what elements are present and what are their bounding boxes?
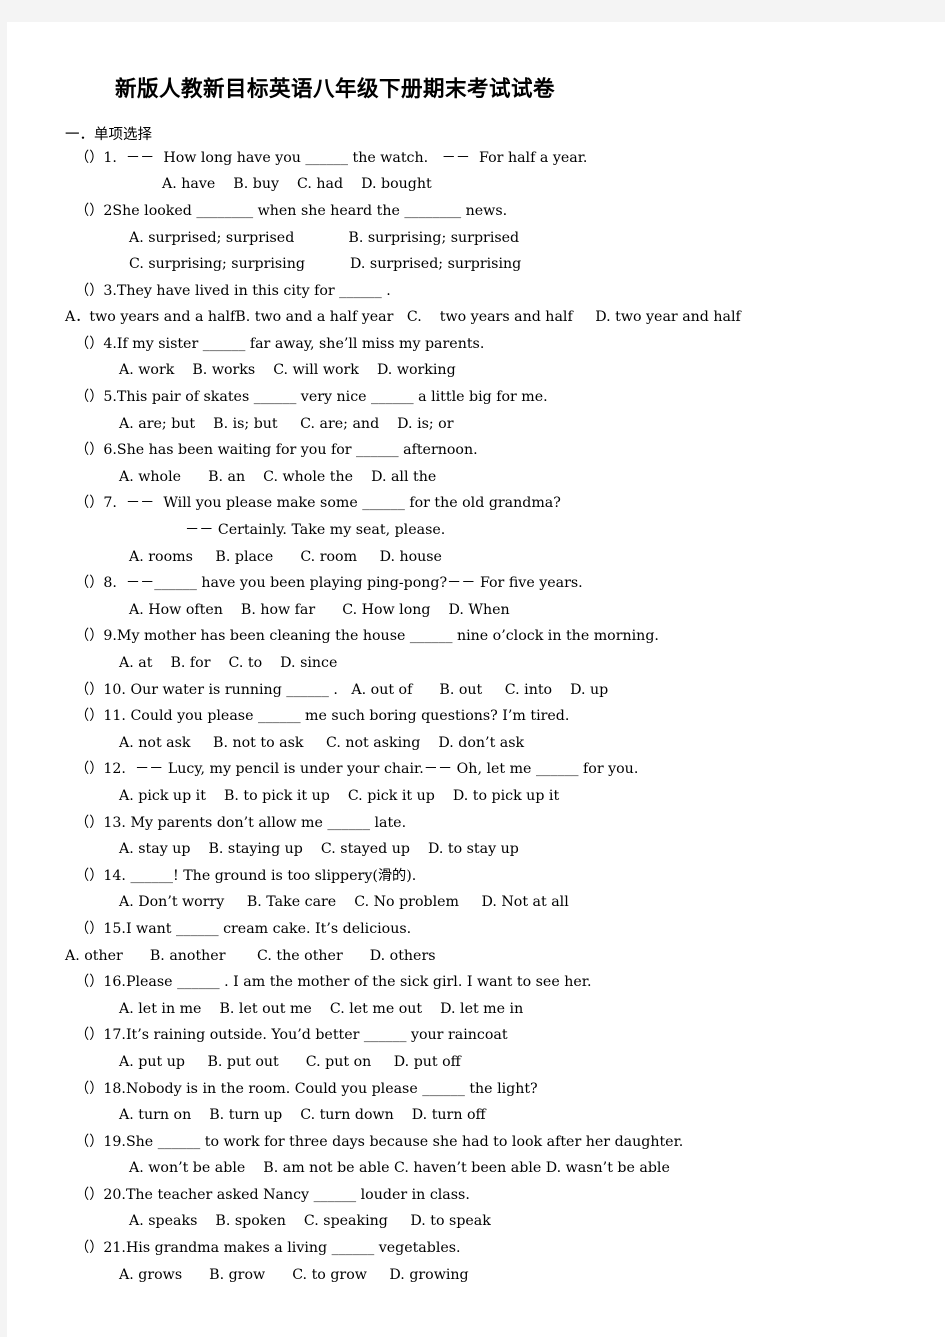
question-stem-line: （）1. －－ How long have you ______ the wat… <box>75 149 588 166</box>
document-page: 新版人教新目标英语八年级下册期末考试试卷 一．单项选择 （）1. －－ How … <box>7 22 945 1337</box>
question-options-line: A. are; but B. is; but C. are; and D. is… <box>119 415 454 432</box>
question-options-line: A. speaks B. spoken C. speaking D. to sp… <box>129 1213 491 1230</box>
question-stem-line: （）19.She ______ to work for three days b… <box>75 1133 684 1150</box>
question-options-line: A. other B. another C. the other D. othe… <box>65 947 436 964</box>
question-stem-line: （）8. －－______ have you been playing ping… <box>75 575 583 592</box>
question-stem-line: （）13. My parents don’t allow me ______ l… <box>75 814 407 831</box>
question-stem-line: （）12. －－ Lucy, my pencil is under your c… <box>75 761 639 778</box>
question-options-line: A. work B. works C. will work D. working <box>119 362 456 379</box>
question-stem-line: （）6.She has been waiting for you for ___… <box>75 442 478 459</box>
question-stem-line: （）10. Our water is running ______ . A. o… <box>75 681 609 698</box>
question-stem-line: （）5.This pair of skates ______ very nice… <box>75 389 548 406</box>
question-stem-line: （）17.It’s raining outside. You’d better … <box>75 1027 508 1044</box>
question-options-line: A．two years and a halfB. two and a half … <box>65 309 741 326</box>
question-options-line: A. Don’t worry B. Take care C. No proble… <box>119 894 569 911</box>
question-stem-line: －－ Certainly. Take my seat, please. <box>185 522 446 539</box>
question-list: （）1. －－ How long have you ______ the wat… <box>7 145 945 1289</box>
question-stem-line: （）20.The teacher asked Nancy ______ loud… <box>75 1186 470 1203</box>
question-options-line: A. stay up B. staying up C. stayed up D.… <box>119 841 519 858</box>
question-options-line: A. grows B. grow C. to grow D. growing <box>119 1266 469 1283</box>
question-options-line: A. surprised; surprised B. surprising; s… <box>129 229 520 246</box>
question-stem-line: （）15.I want ______ cream cake. It’s deli… <box>75 920 412 937</box>
question-options-line: A. How often B. how far C. How long D. W… <box>129 601 510 618</box>
question-options-line: A. turn on B. turn up C. turn down D. tu… <box>119 1107 486 1124</box>
question-options-line: A. at B. for C. to D. since <box>119 655 338 671</box>
question-options-line: A. let in me B. let out me C. let me out… <box>119 1000 524 1017</box>
question-stem-line: （）7. －－ Will you please make some ______… <box>75 495 561 512</box>
question-stem-line: （）14. ______! The ground is too slippery… <box>75 867 417 884</box>
question-stem-line: （）2She looked ________ when she heard th… <box>75 202 508 219</box>
question-stem-line: （）4.If my sister ______ far away, she’ll… <box>75 335 485 352</box>
question-options-line: A. not ask B. not to ask C. not asking D… <box>119 734 525 751</box>
question-stem-line: （）21.His grandma makes a living ______ v… <box>75 1240 461 1257</box>
question-options-line: A. pick up it B. to pick it up C. pick i… <box>119 787 560 804</box>
question-options-line: A. have B. buy C. had D. bought <box>162 176 432 193</box>
page-title: 新版人教新目标英语八年级下册期末考试试卷 <box>115 77 556 102</box>
question-options-line: A. won’t be able B. am not be able C. ha… <box>129 1160 670 1177</box>
question-stem-line: （）9.My mother has been cleaning the hous… <box>75 628 659 645</box>
question-stem-line: （）18.Nobody is in the room. Could you pl… <box>75 1080 538 1097</box>
question-stem-line: （）11. Could you please ______ me such bo… <box>75 708 570 725</box>
section-heading-multiple-choice: 一．单项选择 <box>65 126 152 143</box>
question-stem-line: （）16.Please ______ . I am the mother of … <box>75 974 592 991</box>
question-options-line: C. surprising; surprising D. surprised; … <box>129 256 522 273</box>
question-options-line: A. rooms B. place C. room D. house <box>129 548 442 565</box>
question-options-line: A. put up B. put out C. put on D. put of… <box>119 1053 461 1070</box>
question-stem-line: （）3.They have lived in this city for ___… <box>75 282 391 299</box>
question-options-line: A. whole B. an C. whole the D. all the <box>119 468 437 485</box>
